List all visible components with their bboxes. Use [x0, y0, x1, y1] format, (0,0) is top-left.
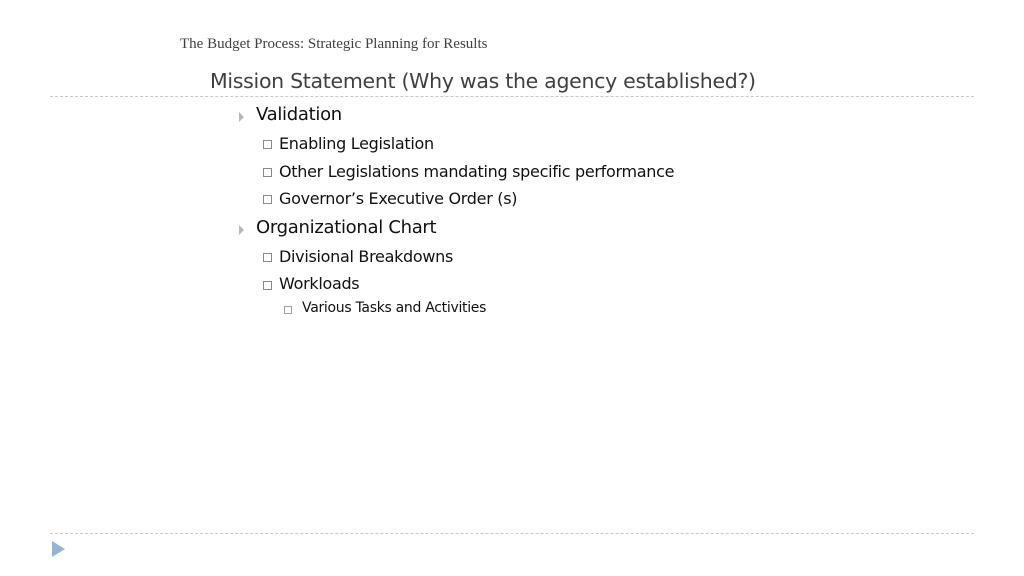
sub-bullet-workloads: Workloads [279, 274, 360, 293]
square-bullet-icon [263, 253, 272, 262]
sub-bullet-governors-order: Governor’s Executive Order (s) [279, 189, 518, 208]
sub-bullet-divisional-breakdowns: Divisional Breakdowns [279, 247, 454, 266]
square-bullet-icon [263, 195, 272, 204]
play-arrow-icon [52, 541, 65, 557]
sub-bullet-enabling-legislation: Enabling Legislation [279, 134, 434, 153]
slide-header: The Budget Process: Strategic Planning f… [180, 36, 488, 52]
square-bullet-icon [284, 306, 292, 314]
triangle-bullet-icon [239, 225, 244, 235]
bullet-validation: Validation [256, 104, 342, 125]
square-bullet-icon [263, 281, 272, 290]
slide-title: Mission Statement (Why was the agency es… [210, 69, 756, 93]
square-bullet-icon [263, 140, 272, 149]
bullet-organizational-chart: Organizational Chart [256, 217, 437, 238]
square-bullet-icon [263, 168, 272, 177]
sub-bullet-other-legislations: Other Legislations mandating specific pe… [279, 162, 675, 181]
triangle-bullet-icon [239, 112, 244, 122]
bottom-divider [50, 533, 974, 534]
sub-sub-bullet-various-tasks: Various Tasks and Activities [302, 300, 487, 316]
top-divider [50, 96, 974, 97]
